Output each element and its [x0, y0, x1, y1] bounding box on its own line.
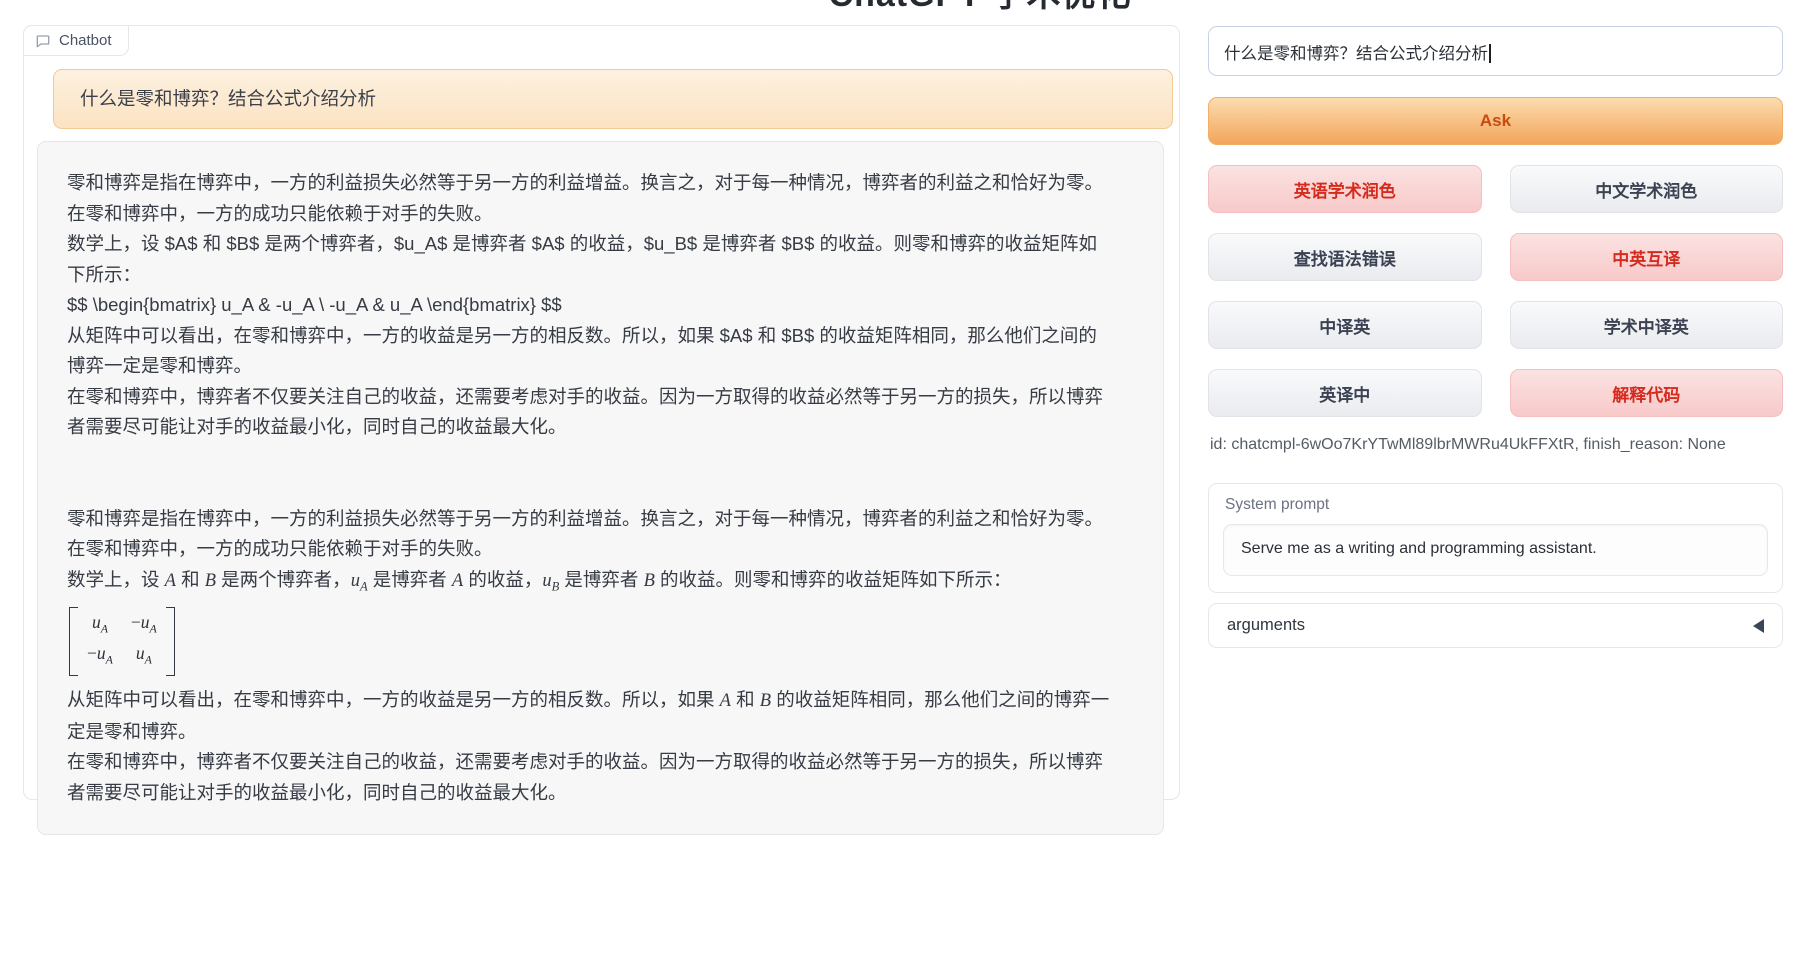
status-line: id: chatcmpl-6wOo7KrYTwMl89lbrMWRu4UkFFX…	[1210, 436, 1726, 454]
bot-paragraph: 在零和博弈中，博弈者不仅要关注自己的收益，还需要考虑对手的收益。因为一方取得的收…	[67, 747, 1112, 808]
quick-action-button-4[interactable]: 中英互译	[1510, 233, 1784, 281]
bot-raw-text: 零和博弈是指在博弈中，一方的利益损失必然等于另一方的利益增益。换言之，对于每一种…	[67, 168, 1112, 443]
bot-rendered-text: 零和博弈是指在博弈中，一方的利益损失必然等于另一方的利益增益。换言之，对于每一种…	[67, 504, 1112, 809]
system-prompt-panel: System prompt Serve me as a writing and …	[1208, 483, 1783, 593]
arguments-accordion[interactable]: arguments	[1208, 603, 1783, 648]
chatbot-panel: Chatbot 什么是零和博弈？结合公式介绍分析 零和博弈是指在博弈中，一方的利…	[23, 25, 1180, 800]
quick-action-button-3[interactable]: 查找语法错误	[1208, 233, 1482, 281]
bot-raw-line: 数学上，设 $A$ 和 $B$ 是两个博弈者，$u_A$ 是博弈者 $A$ 的收…	[67, 229, 1112, 290]
ask-column: 什么是零和博弈？结合公式介绍分析 Ask 英语学术润色中文学术润色查找语法错误中…	[1208, 0, 1783, 961]
chat-bubble-icon	[35, 33, 51, 49]
question-input-value: 什么是零和博弈？结合公式介绍分析	[1224, 45, 1488, 63]
system-prompt-label: System prompt	[1225, 496, 1768, 514]
system-prompt-input[interactable]: Serve me as a writing and programming as…	[1223, 524, 1768, 576]
app-page: ChatGPT 学术优化 Chatbot 什么是零和博弈？结合公式介绍分析 零和…	[0, 0, 1814, 961]
bot-paragraph: 从矩阵中可以看出，在零和博弈中，一方的收益是另一方的相反数。所以，如果 A 和 …	[67, 685, 1112, 747]
matrix-cell: uA	[131, 641, 157, 673]
system-prompt-value: Serve me as a writing and programming as…	[1241, 540, 1597, 557]
bot-message: 零和博弈是指在博弈中，一方的利益损失必然等于另一方的利益增益。换言之，对于每一种…	[37, 141, 1164, 835]
chatbot-label: Chatbot	[23, 25, 129, 56]
payoff-matrix: uA−uA−uAuA	[67, 602, 1112, 686]
text-cursor	[1489, 44, 1491, 63]
ask-button[interactable]: Ask	[1208, 97, 1783, 145]
bot-raw-line: 零和博弈是指在博弈中，一方的利益损失必然等于另一方的利益增益。换言之，对于每一种…	[67, 168, 1112, 229]
arguments-accordion-label: arguments	[1227, 616, 1305, 635]
matrix-cell: −uA	[87, 641, 113, 673]
accordion-collapsed-icon	[1753, 619, 1764, 633]
quick-action-button-6[interactable]: 学术中译英	[1510, 301, 1784, 349]
bot-raw-line: 在零和博弈中，博弈者不仅要关注自己的收益，还需要考虑对手的收益。因为一方取得的收…	[67, 382, 1112, 443]
matrix-cell: −uA	[131, 610, 157, 642]
bot-paragraph: 数学上，设 A 和 B 是两个博弈者，uA 是博弈者 A 的收益，uB 是博弈者…	[67, 565, 1112, 602]
quick-action-button-5[interactable]: 中译英	[1208, 301, 1482, 349]
matrix-left-bracket	[69, 607, 78, 676]
question-input[interactable]: 什么是零和博弈？结合公式介绍分析	[1208, 26, 1783, 76]
bot-paragraph: 零和博弈是指在博弈中，一方的利益损失必然等于另一方的利益增益。换言之，对于每一种…	[67, 504, 1112, 565]
quick-action-button-7[interactable]: 英译中	[1208, 369, 1482, 417]
bot-raw-line: $$ \begin{bmatrix} u_A & -u_A \ -u_A & u…	[67, 290, 1112, 321]
chatbot-label-text: Chatbot	[59, 32, 112, 49]
bot-raw-line: 从矩阵中可以看出，在零和博弈中，一方的收益是另一方的相反数。所以，如果 $A$ …	[67, 321, 1112, 382]
quick-action-button-1[interactable]: 英语学术润色	[1208, 165, 1482, 213]
quick-actions-grid: 英语学术润色中文学术润色查找语法错误中英互译中译英学术中译英英译中解释代码	[1208, 165, 1783, 417]
page-title: ChatGPT 学术优化	[680, 0, 1280, 16]
quick-action-button-2[interactable]: 中文学术润色	[1510, 165, 1784, 213]
user-message-text: 什么是零和博弈？结合公式介绍分析	[80, 88, 376, 109]
user-message: 什么是零和博弈？结合公式介绍分析	[53, 69, 1173, 129]
quick-action-button-8[interactable]: 解释代码	[1510, 369, 1784, 417]
matrix-cell: uA	[87, 610, 113, 642]
matrix-cells: uA−uA−uAuA	[78, 607, 166, 676]
matrix-right-bracket	[166, 607, 175, 676]
